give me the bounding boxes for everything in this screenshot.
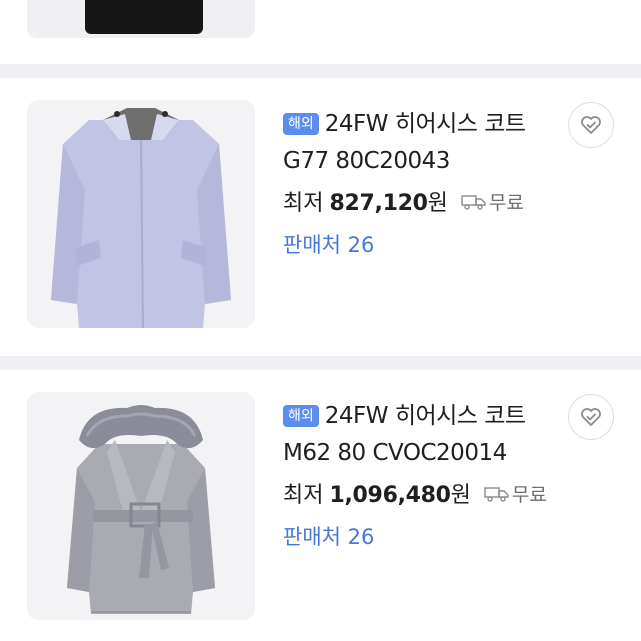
wishlist-button[interactable] <box>568 394 614 440</box>
black-coat-image <box>85 0 203 34</box>
product-title[interactable]: 해외 24FW 히어시스 코트 M62 80 CVOC20014 <box>283 398 563 472</box>
product-card[interactable]: 해외 24FW 히어시스 코트 G77 80C20043 최저 827,120원 무… <box>0 78 641 356</box>
product-card-partial[interactable] <box>0 0 641 64</box>
grey-fur-coat-image <box>27 392 255 620</box>
product-info: 해외 24FW 히어시스 코트 G77 80C20043 최저 827,120원 무… <box>283 106 563 259</box>
shipping-info: 무료 <box>484 480 547 510</box>
shipping-info: 무료 <box>461 188 524 218</box>
wishlist-button[interactable] <box>568 102 614 148</box>
truck-icon <box>484 487 509 502</box>
price-value: 1,096,480 <box>329 483 451 508</box>
price-unit: 원 <box>450 483 471 508</box>
price-value: 827,120 <box>329 191 428 216</box>
sellers-link[interactable]: 판매처 26 <box>283 521 563 551</box>
list-divider <box>0 356 641 370</box>
heart-check-icon <box>581 116 601 134</box>
price-prefix: 최저 <box>283 191 324 216</box>
product-card[interactable]: 해외 24FW 히어시스 코트 M62 80 CVOC20014 최저 1,096,… <box>0 370 641 641</box>
product-title[interactable]: 해외 24FW 히어시스 코트 G77 80C20043 <box>283 106 563 180</box>
list-divider <box>0 64 641 78</box>
heart-check-icon <box>581 408 601 426</box>
price-prefix: 최저 <box>283 483 324 508</box>
product-title-text: 24FW 히어시스 코트 G77 80C20043 <box>283 111 526 174</box>
price-row: 최저 1,096,480원 무료 <box>283 480 563 511</box>
product-title-text: 24FW 히어시스 코트 M62 80 CVOC20014 <box>283 403 526 466</box>
product-image[interactable] <box>27 100 255 328</box>
shipping-text: 무료 <box>511 484 547 506</box>
price-unit: 원 <box>427 191 448 216</box>
lavender-coat-image <box>27 100 255 328</box>
product-info: 해외 24FW 히어시스 코트 M62 80 CVOC20014 최저 1,096,… <box>283 398 563 551</box>
overseas-badge: 해외 <box>283 405 319 427</box>
sellers-link[interactable]: 판매처 26 <box>283 229 563 259</box>
price-row: 최저 827,120원 무료 <box>283 188 563 219</box>
product-image[interactable] <box>27 392 255 620</box>
shipping-text: 무료 <box>488 192 524 214</box>
overseas-badge: 해외 <box>283 113 319 135</box>
product-image[interactable] <box>27 0 255 38</box>
truck-icon <box>461 195 486 210</box>
